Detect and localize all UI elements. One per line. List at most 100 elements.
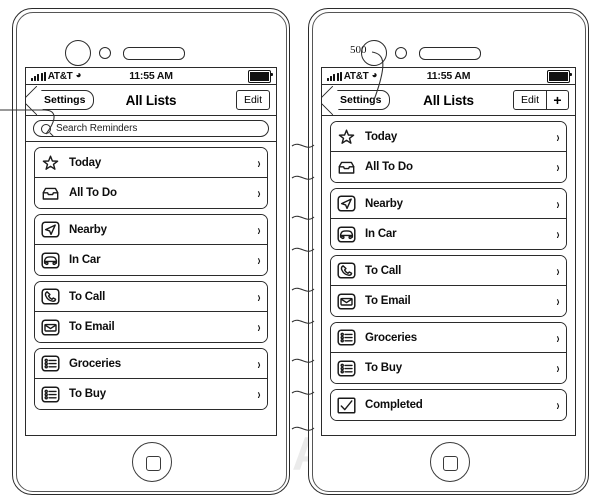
chevron-right-icon: › xyxy=(257,184,261,202)
chevron-right-icon: › xyxy=(556,328,560,347)
chevron-right-icon: › xyxy=(556,261,560,280)
list-item[interactable]: Groceries › xyxy=(35,349,267,379)
list-group: Nearby › In Car › xyxy=(34,214,268,276)
chevron-right-icon: › xyxy=(556,359,560,377)
list-group: Groceries › To Buy › xyxy=(34,348,268,410)
search-bar-container: Search Reminders xyxy=(26,116,276,142)
chevron-right-icon: › xyxy=(556,194,560,213)
list-group: Groceries › To Buy › xyxy=(330,322,567,384)
list-item-label: Groceries xyxy=(365,331,417,344)
car-icon xyxy=(41,251,60,269)
list-item-label: Completed xyxy=(365,399,423,411)
list-item-label: To Call xyxy=(365,264,402,277)
left-phone-device: AT&T ◕ 11:55 AM Settings All Lists Edit xyxy=(12,8,290,495)
list-item[interactable]: Nearby › xyxy=(35,215,267,245)
list-item[interactable]: In Car › xyxy=(35,245,267,275)
list-item-label: To Buy xyxy=(365,362,402,374)
search-icon xyxy=(41,123,51,134)
right-phone-screen: AT&T ◕ 11:55 AM Settings All Lists Edit xyxy=(321,67,576,436)
right-list-container: Today › All To Do › Nearby › In Car › To Call › To… xyxy=(322,116,575,421)
list-item[interactable]: In Car › xyxy=(331,219,566,249)
edit-button[interactable]: Edit xyxy=(513,90,547,110)
location-arrow-icon xyxy=(41,221,60,238)
list-item-label: To Call xyxy=(69,290,106,303)
list-item[interactable]: To Email › xyxy=(35,312,267,342)
list-item[interactable]: Today › xyxy=(331,122,566,152)
search-placeholder: Search Reminders xyxy=(56,123,138,134)
edit-button-label: Edit xyxy=(243,94,263,106)
list-item[interactable]: To Buy › xyxy=(331,353,566,383)
reference-number-500: 500 xyxy=(350,44,367,56)
home-button[interactable] xyxy=(132,442,172,482)
list-item[interactable]: Completed › xyxy=(331,390,566,420)
list-group: Nearby › In Car › xyxy=(330,188,567,250)
settings-back-label: Settings xyxy=(44,94,86,106)
settings-back-label: Settings xyxy=(340,94,382,106)
sensor-icon xyxy=(395,47,407,59)
chevron-right-icon: › xyxy=(257,385,261,403)
list-item[interactable]: To Call › xyxy=(331,256,566,286)
patent-figure: AppleInsider AT&T ◕ 11:55 AM xyxy=(0,0,600,503)
list-item-label: Nearby xyxy=(69,223,107,236)
add-list-button[interactable]: + xyxy=(547,90,569,110)
phone-icon xyxy=(41,288,60,305)
list-item-label: All To Do xyxy=(69,187,117,199)
chevron-right-icon: › xyxy=(257,318,261,336)
navigation-bar: Settings All Lists Edit + xyxy=(322,85,575,116)
left-phone-screen: AT&T ◕ 11:55 AM Settings All Lists Edit xyxy=(25,67,277,436)
list-item[interactable]: Groceries › xyxy=(331,323,566,353)
list-icon xyxy=(41,355,60,372)
list-item[interactable]: All To Do › xyxy=(331,152,566,182)
status-time: 11:55 AM xyxy=(129,70,173,82)
list-item[interactable]: To Call › xyxy=(35,282,267,312)
list-item[interactable]: To Buy › xyxy=(35,379,267,409)
chevron-right-icon: › xyxy=(556,158,560,176)
search-input[interactable]: Search Reminders xyxy=(33,120,269,137)
list-icon xyxy=(337,359,356,377)
navigation-bar: Settings All Lists Edit xyxy=(26,85,276,116)
list-item-label: Today xyxy=(365,130,398,143)
list-item-label: Groceries xyxy=(69,357,121,370)
chevron-right-icon: › xyxy=(556,225,560,243)
edit-button[interactable]: Edit xyxy=(236,90,270,110)
list-item-label: To Buy xyxy=(69,388,106,400)
home-button[interactable] xyxy=(429,442,470,482)
list-item[interactable]: Nearby › xyxy=(331,189,566,219)
chevron-right-icon: › xyxy=(556,292,560,310)
envelope-icon xyxy=(41,318,60,336)
list-item-label: In Car xyxy=(365,228,397,240)
chevron-right-icon: › xyxy=(556,127,560,146)
left-list-container: Today › All To Do › Nearby › In Car › To Call › To… xyxy=(26,142,276,410)
phone-icon xyxy=(337,262,356,279)
location-arrow-icon xyxy=(337,195,356,212)
status-bar: AT&T ◕ 11:55 AM xyxy=(26,68,276,85)
settings-back-button[interactable]: Settings xyxy=(328,90,391,110)
list-item[interactable]: All To Do › xyxy=(35,178,267,208)
list-item[interactable]: To Email › xyxy=(331,286,566,316)
status-time: 11:55 AM xyxy=(426,70,471,82)
chevron-right-icon: › xyxy=(257,220,261,239)
speaker-grille xyxy=(123,47,185,60)
list-group: Today › All To Do › xyxy=(330,121,567,183)
chevron-right-icon: › xyxy=(257,354,261,373)
chevron-right-icon: › xyxy=(257,251,261,269)
list-item-label: Nearby xyxy=(365,197,403,210)
list-group: Today › All To Do › xyxy=(34,147,268,209)
right-phone-device: AT&T ◕ 11:55 AM Settings All Lists Edit xyxy=(308,8,589,495)
list-item-label: To Email xyxy=(69,321,115,333)
speaker-grille xyxy=(419,47,481,60)
sensor-icon xyxy=(99,47,111,59)
settings-back-button[interactable]: Settings xyxy=(32,90,95,110)
list-icon xyxy=(41,385,60,403)
battery-icon xyxy=(248,69,273,83)
list-item-label: In Car xyxy=(69,254,101,266)
edit-button-label: Edit xyxy=(520,94,540,106)
list-item[interactable]: Today › xyxy=(35,148,267,178)
star-icon xyxy=(337,128,356,145)
list-group: Completed › xyxy=(330,389,567,421)
inbox-icon xyxy=(337,159,356,176)
car-icon xyxy=(337,225,356,243)
chevron-right-icon: › xyxy=(556,396,560,414)
list-icon xyxy=(337,329,356,346)
inbox-icon xyxy=(41,185,60,202)
